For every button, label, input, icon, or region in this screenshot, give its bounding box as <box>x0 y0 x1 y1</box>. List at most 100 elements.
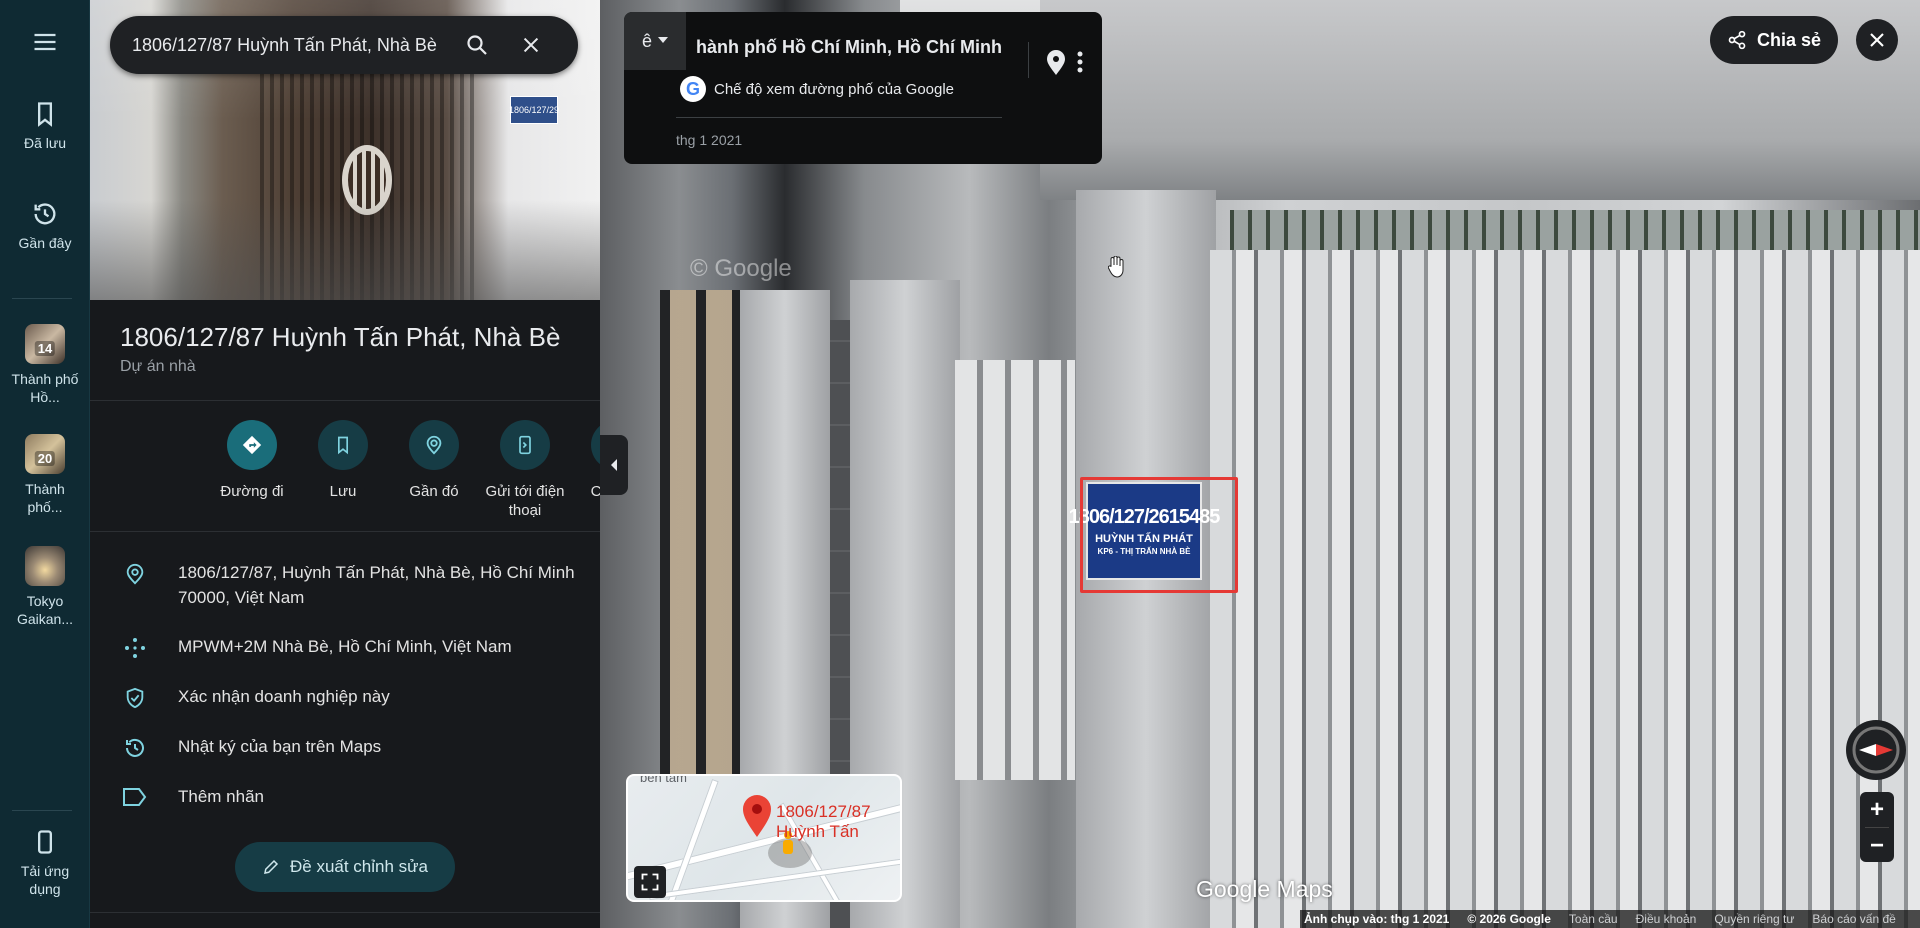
street-view-provider: G Chế độ xem đường phố của Google <box>680 76 954 102</box>
address-row[interactable]: 1806/127/87, Huỳnh Tấn Phát, Nhà Bè, Hồ … <box>90 560 600 610</box>
share-button[interactable]: Chia sẻ <box>1710 16 1838 64</box>
save-label: Lưu <box>329 483 357 500</box>
nearby-label: Gần đó <box>409 483 459 500</box>
recent-item-1[interactable]: 14 Thành phố Hồ... <box>0 324 90 406</box>
place-title: 1806/127/87 Huỳnh Tấn Phát, Nhà Bè <box>120 322 561 352</box>
directions-circle <box>227 420 277 470</box>
global-link[interactable]: Toàn cầu <box>1569 912 1618 926</box>
search-input[interactable] <box>132 34 442 56</box>
divider <box>90 531 600 532</box>
menu-icon <box>34 33 56 51</box>
recent-label: Gần đây <box>18 235 72 251</box>
close-street-view-button[interactable] <box>1856 19 1898 61</box>
minimap-address-label: 1806/127/87 Huỳnh Tấn Phát, Nhà Bè <box>776 802 877 844</box>
claim-business-text: Xác nhận doanh nghiệp này <box>178 687 390 706</box>
google-logo-icon: G <box>680 76 706 102</box>
save-circle <box>318 420 368 470</box>
recent-button[interactable]: Gần đây <box>0 200 90 252</box>
terms-link[interactable]: Điều khoản <box>1636 912 1697 926</box>
caret-down-icon <box>658 37 668 43</box>
recent-count: 14 <box>34 341 56 356</box>
minimap-road <box>664 779 719 900</box>
menu-button[interactable] <box>0 28 90 56</box>
privacy-link[interactable]: Quyền riêng tư <box>1714 912 1794 926</box>
send-to-phone-button[interactable]: Gửi tới điện thoại <box>479 420 571 520</box>
get-app-button[interactable]: Tải ứng dụng <box>0 828 90 898</box>
report-problem-link[interactable]: Báo cáo vấn đề <box>1812 912 1895 926</box>
zoom-in-button[interactable]: + <box>1860 792 1894 827</box>
zoom-out-button[interactable]: − <box>1860 828 1894 863</box>
compass-icon <box>1852 726 1900 774</box>
street-view-card-tab[interactable]: ê <box>624 12 686 70</box>
compass-control[interactable] <box>1846 720 1906 780</box>
share-icon <box>1728 30 1746 50</box>
close-icon <box>1870 33 1884 47</box>
label-icon <box>120 784 150 808</box>
street-view-provider-text: Chế độ xem đường phố của Google <box>714 80 955 98</box>
rail-divider <box>12 298 72 299</box>
street-view-watermark: © Google <box>690 255 792 282</box>
fullscreen-icon <box>641 873 659 891</box>
app: Đã lưu Gần đây 14 Thành phố Hồ... 20 Thà… <box>0 0 1920 928</box>
location-pin-icon <box>120 560 150 586</box>
place-category[interactable]: Dự án nhà <box>120 358 196 376</box>
location-pin-icon[interactable] <box>1046 50 1066 76</box>
street-view-date[interactable]: thg 1 2021 <box>676 132 742 148</box>
bookmark-icon <box>338 436 348 455</box>
clear-search-button[interactable] <box>516 30 546 60</box>
search-button[interactable] <box>462 30 492 60</box>
search-icon <box>467 35 487 55</box>
send-to-phone-label: Gửi tới điện thoại <box>485 483 565 519</box>
plus-code-row[interactable]: MPWM+2M Nhà Bè, Hồ Chí Minh, Việt Nam <box>90 634 600 660</box>
share-button-label: Chia sẻ <box>1756 29 1822 50</box>
street-view-location-title: hành phố Hồ Chí Minh, Hồ Chí Minh <box>696 37 1002 57</box>
timeline-row[interactable]: Nhật ký của bạn trên Maps <box>90 734 600 760</box>
place-panel: 1806/127/29 1806/127/87 Huỳnh Tấn Phát, … <box>90 0 641 928</box>
directions-label: Đường đi <box>220 483 284 500</box>
card-separator <box>1028 42 1029 78</box>
address-text: 1806/127/87, Huỳnh Tấn Phát, Nhà Bè, Hồ … <box>178 563 575 607</box>
expand-minimap-button[interactable] <box>634 866 666 898</box>
nearby-circle <box>409 420 459 470</box>
plus-code-icon <box>120 634 150 660</box>
mouse-cursor-icon <box>1108 256 1124 278</box>
street-view-small-fence <box>955 360 1075 780</box>
add-label-text: Thêm nhãn <box>178 787 264 806</box>
phone-icon <box>38 830 52 854</box>
photo-shade <box>90 200 600 300</box>
recent-count: 20 <box>34 451 56 466</box>
divider <box>90 400 600 401</box>
google-maps-logo: Google Maps <box>1196 876 1333 902</box>
minimap-place-label: bến tắm <box>640 774 687 785</box>
left-rail: Đã lưu Gần đây 14 Thành phố Hồ... 20 Thà… <box>0 0 90 928</box>
claim-business-row[interactable]: Xác nhận doanh nghiệp này <box>90 684 600 710</box>
recent-item-3[interactable]: Tokyo Gaikan... <box>0 546 90 628</box>
history-icon <box>34 203 56 225</box>
card-divider <box>676 117 1002 118</box>
minimap[interactable]: bến tắm 1806/127/87 Huỳnh Tấn Phát, Nhà … <box>626 774 902 902</box>
divider <box>90 912 600 913</box>
street-view-tab-letter: ê <box>641 30 652 51</box>
suggest-edit-label: Đề xuất chỉnh sửa <box>289 857 428 876</box>
suggest-edit-button[interactable]: Đề xuất chỉnh sửa <box>235 842 455 892</box>
more-vert-icon[interactable] <box>1076 50 1084 74</box>
recent-item-2[interactable]: 20 Thành phố... <box>0 434 90 516</box>
add-label-row[interactable]: Thêm nhãn <box>90 784 600 809</box>
saved-button[interactable]: Đã lưu <box>0 100 90 152</box>
nearby-button[interactable]: Gần đó <box>388 420 480 501</box>
recent-item-label: Thành phố Hồ... <box>11 371 79 405</box>
zoom-control: + − <box>1860 792 1894 862</box>
send-to-phone-icon <box>519 435 531 455</box>
collapse-panel-button[interactable] <box>600 435 628 495</box>
send-to-phone-circle <box>500 420 550 470</box>
chevron-left-icon <box>611 459 617 471</box>
street-view-info-card: ê hành phố Hồ Chí Minh, Hồ Chí Minh G Ch… <box>624 12 1102 164</box>
bookmark-icon <box>38 102 52 127</box>
recent-thumbnail <box>25 546 65 586</box>
rail-divider <box>12 810 72 811</box>
highlight-box <box>1080 477 1238 593</box>
directions-button[interactable]: Đường đi <box>206 420 298 501</box>
save-button[interactable]: Lưu <box>297 420 389 501</box>
saved-label: Đã lưu <box>23 135 67 151</box>
verified-shield-icon <box>120 684 150 710</box>
